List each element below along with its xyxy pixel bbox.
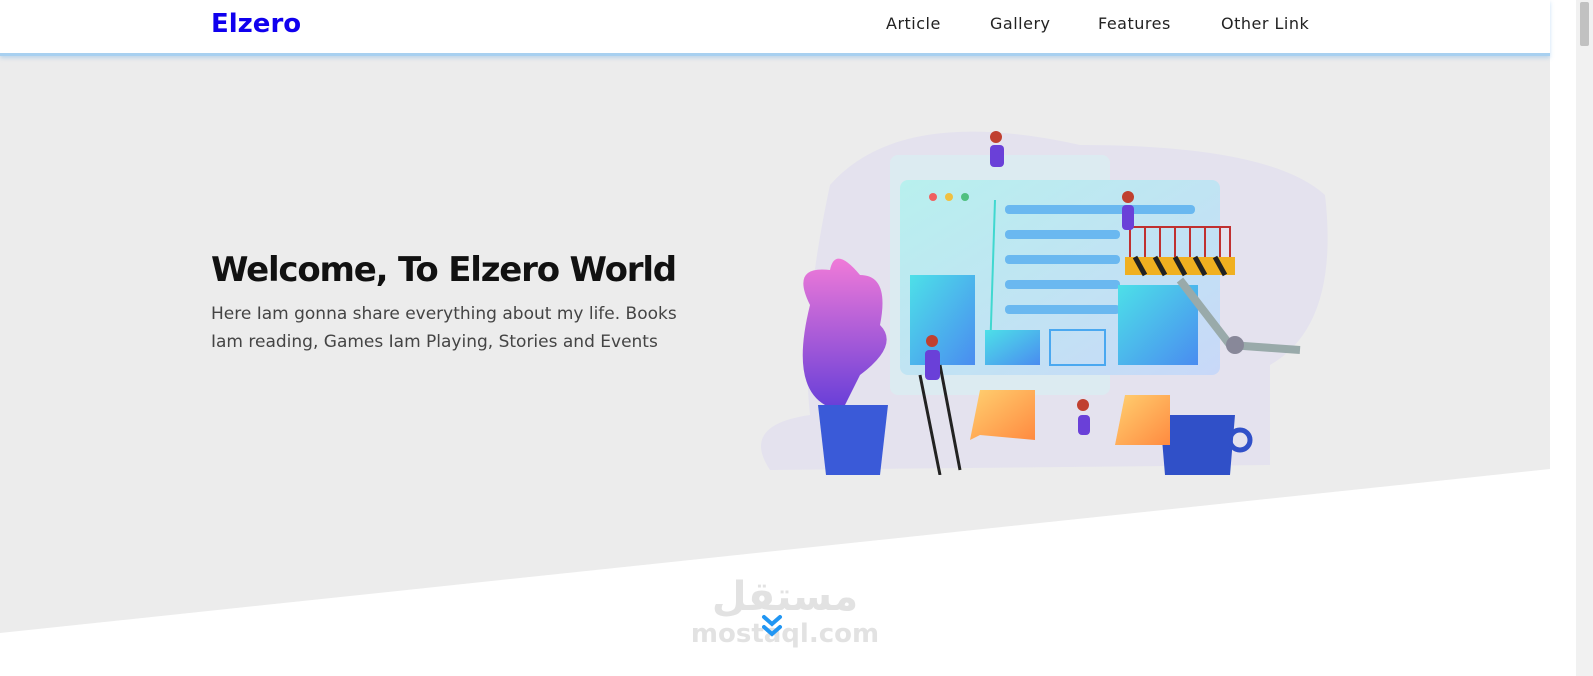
- hero-illustration: [761, 131, 1328, 475]
- hero-title: Welcome, To Elzero World: [211, 250, 677, 290]
- nav-link-features[interactable]: Features: [1098, 14, 1171, 33]
- site-header: Elzero Article Gallery Features Other Li…: [0, 0, 1550, 56]
- hero-description: Here Iam gonna share everything about my…: [211, 304, 677, 352]
- nav-link-article[interactable]: Article: [886, 14, 941, 33]
- scrollbar[interactable]: [1576, 0, 1593, 676]
- double-chevron-down-icon[interactable]: [761, 614, 783, 640]
- watermark-arabic: مستقل: [711, 574, 859, 620]
- watermark-latin: mostaql.com: [690, 619, 880, 649]
- nav-link-gallery[interactable]: Gallery: [990, 14, 1050, 33]
- logo[interactable]: Elzero: [211, 9, 301, 39]
- watermark: مستقل mostaql.com: [690, 575, 880, 649]
- nav-link-other[interactable]: Other Link: [1221, 14, 1309, 33]
- scrollbar-thumb[interactable]: [1580, 2, 1589, 46]
